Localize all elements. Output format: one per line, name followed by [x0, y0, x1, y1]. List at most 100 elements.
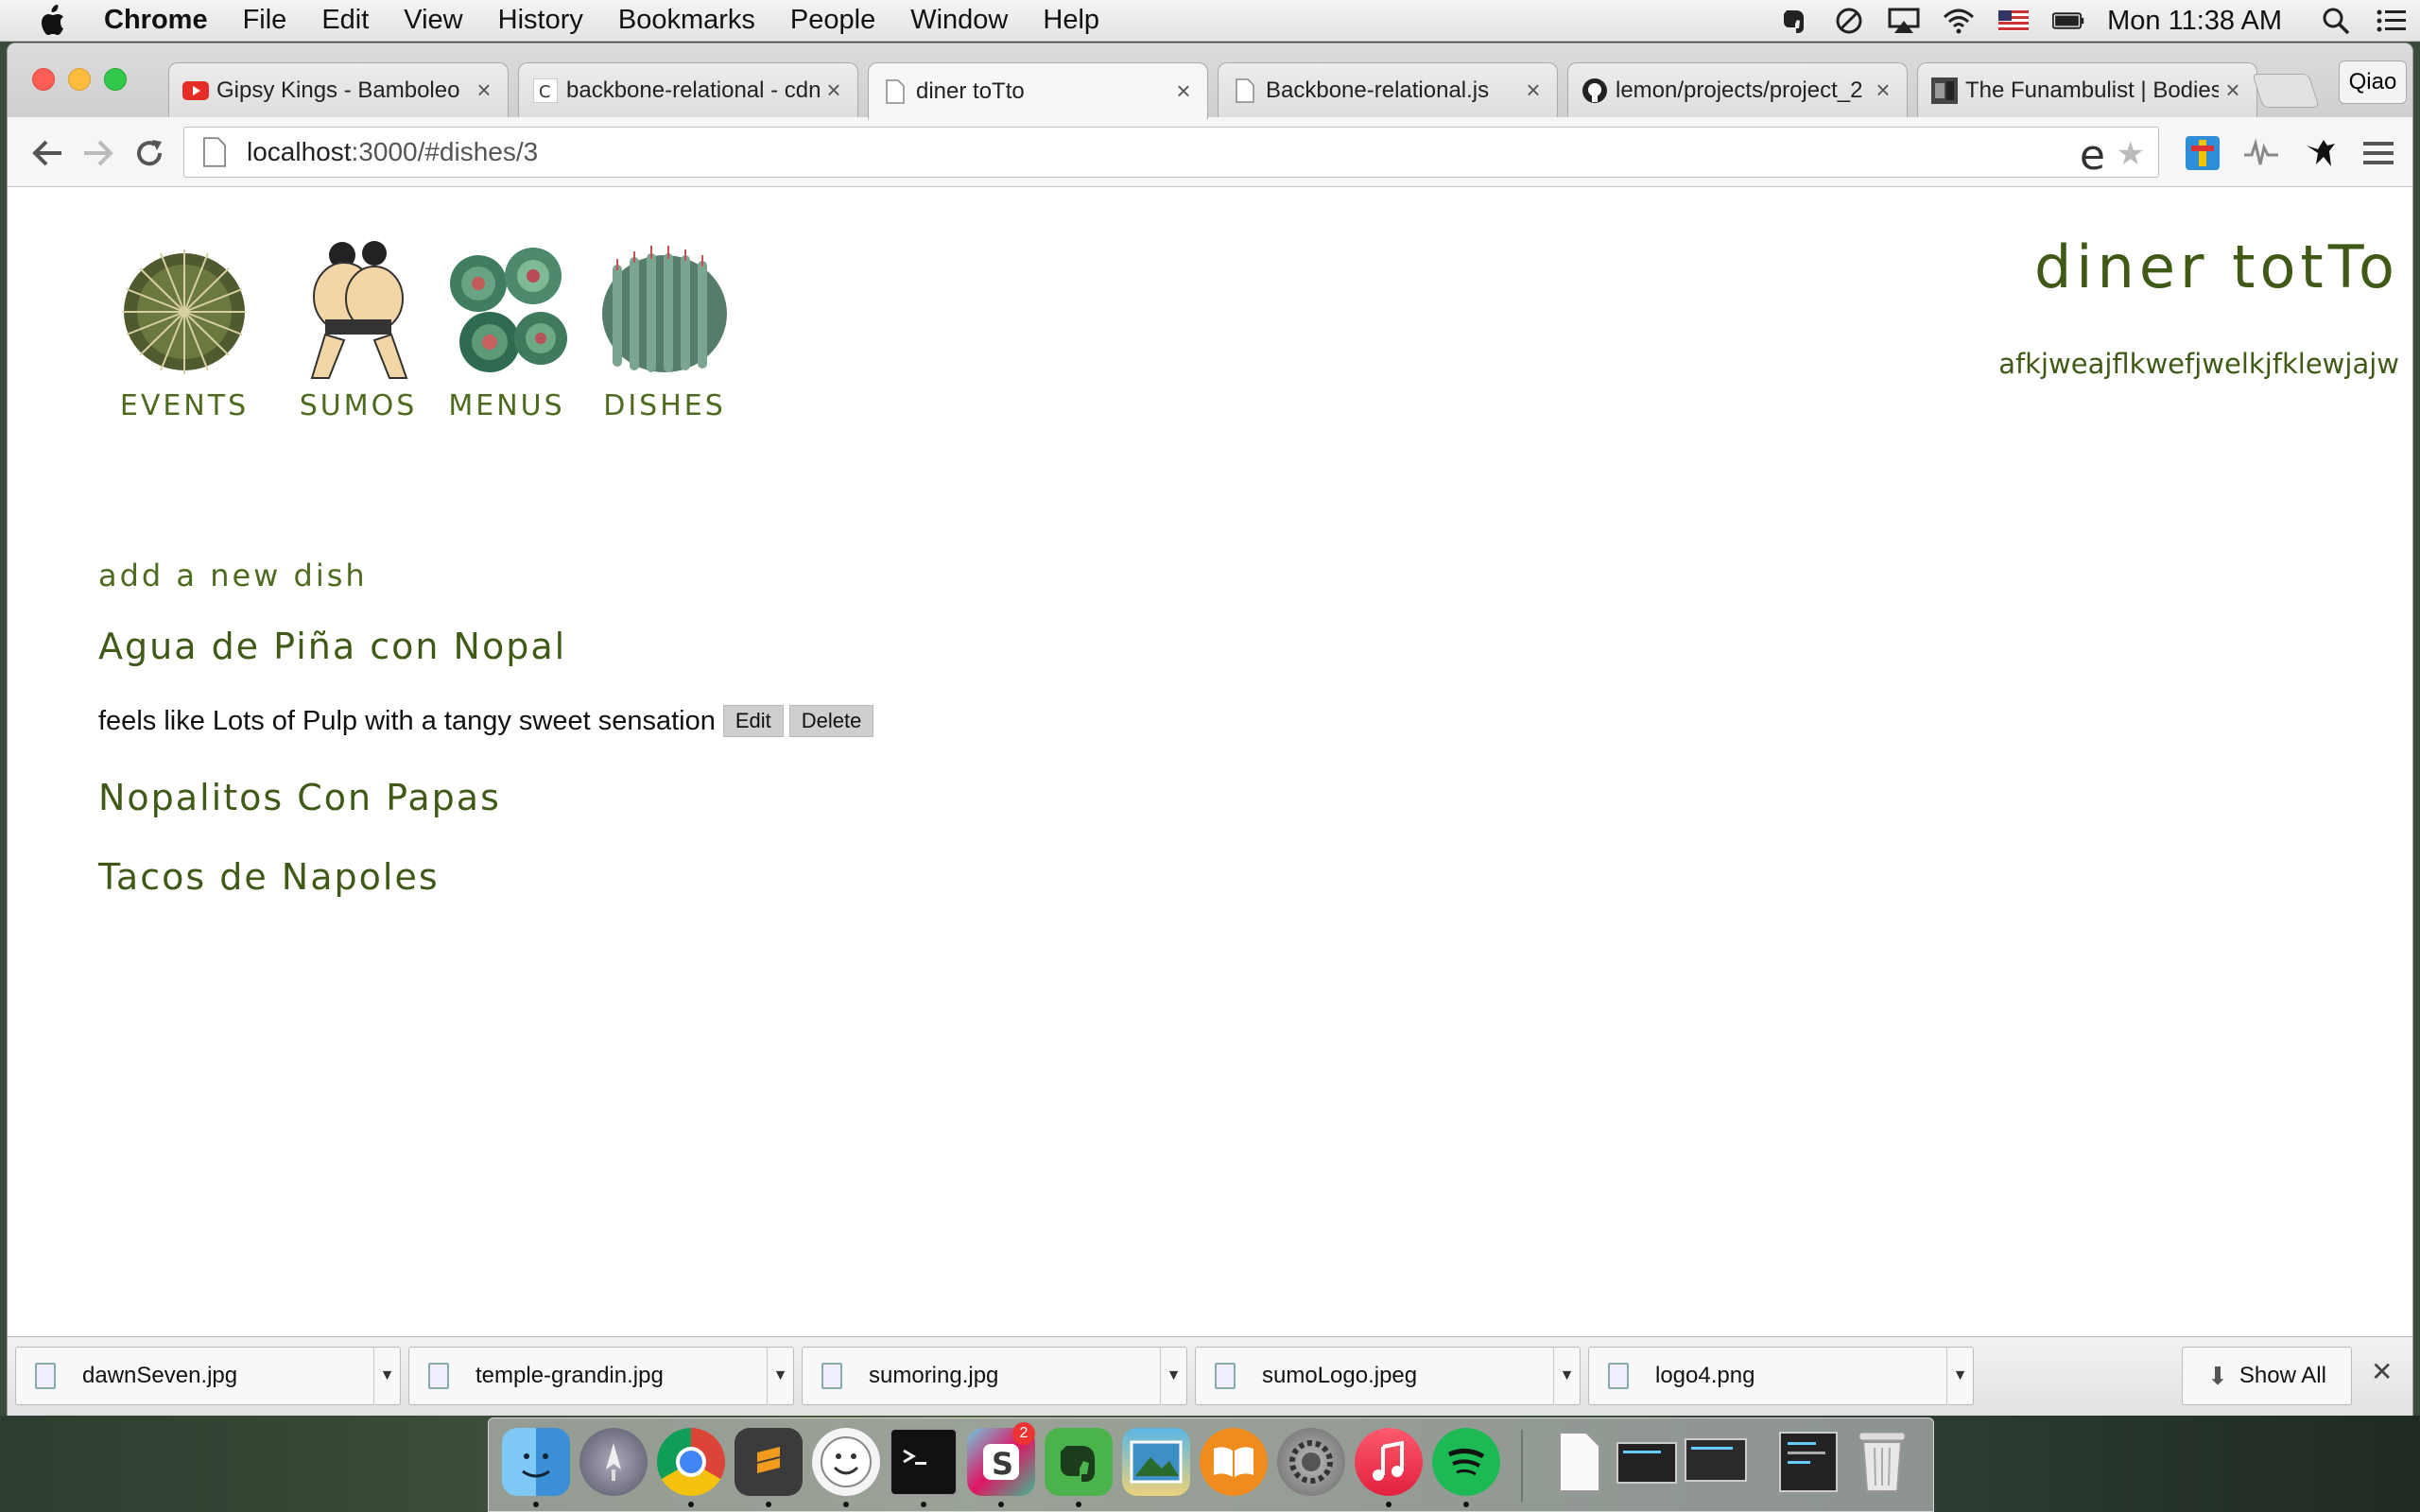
bookmark-star-icon[interactable]: ★ — [2117, 135, 2145, 173]
download-item[interactable]: sumoLogo.jpeg ▼ — [1195, 1347, 1581, 1405]
back-arrow-icon[interactable] — [28, 134, 66, 172]
forward-arrow-icon[interactable] — [79, 134, 117, 172]
tab-backbone-relational-cdnjs[interactable]: C backbone-relational - cdnjs × — [518, 62, 858, 117]
system-preferences-icon[interactable] — [1277, 1428, 1345, 1496]
tab-title: lemon/projects/project_2 — [1616, 77, 1863, 103]
menubar-clock[interactable]: Mon 11:38 AM — [2107, 6, 2282, 37]
launchpad-icon[interactable] — [579, 1428, 648, 1496]
nav-label-dishes[interactable]: DISHES — [594, 389, 735, 422]
chevron-down-icon[interactable]: ▼ — [767, 1347, 793, 1405]
trash-icon[interactable] — [1848, 1428, 1916, 1496]
tab-close-icon[interactable]: × — [1169, 77, 1198, 106]
profile-button[interactable]: Qiao — [2339, 60, 2407, 104]
menu-app-chrome[interactable]: Chrome — [104, 5, 208, 36]
tab-close-icon[interactable]: × — [470, 76, 498, 105]
ibooks-icon[interactable] — [1200, 1428, 1268, 1496]
menu-edit[interactable]: Edit — [321, 5, 369, 36]
tab-title: The Funambulist | Bodies — [1965, 77, 2219, 103]
menu-bookmarks[interactable]: Bookmarks — [618, 5, 755, 36]
dish-title-agua-de-pina[interactable]: Agua de Piña con Nopal — [98, 626, 566, 667]
nav-events[interactable]: EVENTS — [113, 236, 255, 425]
dish-detail-row: feels like Lots of Pulp with a tangy swe… — [98, 705, 879, 737]
tab-close-icon[interactable]: × — [2219, 76, 2247, 105]
code-window-icon[interactable] — [1774, 1428, 1842, 1496]
evernote-tray-icon[interactable] — [1778, 7, 1810, 35]
notification-center-icon[interactable] — [2375, 7, 2407, 35]
menu-history[interactable]: History — [498, 5, 583, 36]
zoom-window-button[interactable] — [104, 68, 127, 91]
apple-icon[interactable] — [38, 4, 66, 37]
chevron-down-icon[interactable]: ▼ — [373, 1347, 400, 1405]
menu-people[interactable]: People — [790, 5, 875, 36]
close-window-button[interactable] — [32, 68, 55, 91]
chevron-down-icon[interactable]: ▼ — [1553, 1347, 1580, 1405]
menu-window[interactable]: Window — [910, 5, 1008, 36]
download-filename: temple-grandin.jpg — [475, 1363, 664, 1388]
nav-label-sumos[interactable]: SUMOS — [297, 389, 420, 422]
download-item[interactable]: temple-grandin.jpg ▼ — [408, 1347, 794, 1405]
image-file-icon — [1608, 1363, 1629, 1389]
tab-backbone-relational-js[interactable]: Backbone-relational.js × — [1218, 62, 1558, 117]
evernote-icon[interactable] — [1045, 1428, 1113, 1496]
terminal-icon[interactable] — [890, 1428, 958, 1496]
delete-button[interactable]: Delete — [788, 705, 874, 737]
edit-button[interactable]: Edit — [722, 705, 784, 737]
chevron-down-icon[interactable]: ▼ — [1160, 1347, 1186, 1405]
finder-icon[interactable] — [502, 1428, 570, 1496]
close-shelf-icon[interactable]: ✕ — [2371, 1356, 2393, 1387]
tab-gipsy-kings[interactable]: Gipsy Kings - Bamboleo × — [168, 62, 509, 117]
dish-title-nopalitos[interactable]: Nopalitos Con Papas — [98, 777, 501, 818]
menu-view[interactable]: View — [404, 5, 462, 36]
tab-close-icon[interactable]: × — [1519, 76, 1547, 105]
minimized-windows-icon[interactable] — [1616, 1428, 1748, 1496]
nav-label-events[interactable]: EVENTS — [113, 389, 255, 422]
tab-close-icon[interactable]: × — [1869, 76, 1897, 105]
menu-help[interactable]: Help — [1043, 5, 1099, 36]
bird-extension-icon[interactable] — [2301, 134, 2339, 172]
sublime-text-icon[interactable] — [735, 1428, 803, 1496]
spotlight-icon[interactable] — [2320, 7, 2352, 35]
nav-menus[interactable]: MENUS — [441, 236, 573, 425]
menu-file[interactable]: File — [243, 5, 287, 36]
download-item[interactable]: sumoring.jpg ▼ — [802, 1347, 1187, 1405]
tab-github-project[interactable]: lemon/projects/project_2 × — [1567, 62, 1908, 117]
us-flag-icon[interactable] — [1997, 7, 2030, 35]
smiley-app-icon[interactable] — [812, 1428, 880, 1496]
reload-icon[interactable] — [130, 134, 168, 172]
chevron-down-icon[interactable]: ▼ — [1946, 1347, 1973, 1405]
tab-close-icon[interactable]: × — [820, 76, 848, 105]
battery-icon[interactable] — [2052, 7, 2084, 35]
airplay-icon[interactable] — [1888, 7, 1920, 35]
add-dish-link[interactable]: add a new dish — [98, 558, 368, 593]
itunes-icon[interactable] — [1355, 1428, 1423, 1496]
nav-label-menus[interactable]: MENUS — [441, 389, 573, 422]
dish-title-tacos[interactable]: Tacos de Napoles — [98, 856, 440, 898]
sync-icon[interactable] — [1833, 7, 1865, 35]
download-item[interactable]: dawnSeven.jpg ▼ — [15, 1347, 401, 1405]
chrome-menu-icon[interactable] — [2360, 134, 2397, 172]
download-item[interactable]: logo4.png ▼ — [1588, 1347, 1974, 1405]
minimize-window-button[interactable] — [68, 68, 91, 91]
download-filename: dawnSeven.jpg — [82, 1363, 238, 1388]
show-all-downloads-button[interactable]: ⬇ Show All — [2182, 1347, 2352, 1405]
nav-sumos[interactable]: SUMOS — [297, 236, 420, 425]
tab-funambulist[interactable]: The Funambulist | Bodies × — [1917, 62, 2257, 117]
tab-diner-totto[interactable]: diner toTto × — [868, 62, 1208, 119]
tab-title: diner toTto — [916, 77, 1025, 104]
site-title[interactable]: diner totTo — [2034, 232, 2399, 301]
page-info-icon[interactable] — [199, 137, 230, 167]
nav-dishes[interactable]: DISHES — [594, 236, 735, 425]
address-bar[interactable]: localhost:3000/#dishes/3 e ★ — [183, 127, 2159, 180]
chrome-window: Gipsy Kings - Bamboleo × C backbone-rela… — [8, 43, 2412, 1416]
document-stack-icon[interactable] — [1546, 1428, 1614, 1496]
wifi-icon[interactable] — [1943, 7, 1975, 35]
running-indicator — [1076, 1502, 1081, 1507]
chrome-icon[interactable] — [657, 1428, 725, 1496]
pulse-extension-icon[interactable] — [2242, 134, 2280, 172]
spotify-icon[interactable] — [1432, 1428, 1500, 1496]
url-text[interactable]: localhost:3000/#dishes/3 — [247, 137, 538, 167]
colorzilla-extension-icon[interactable] — [2184, 134, 2221, 172]
iphoto-icon[interactable] — [1122, 1428, 1190, 1496]
new-tab-button[interactable] — [2252, 74, 2320, 108]
evernote-web-clipper-icon[interactable]: e — [2080, 131, 2105, 180]
